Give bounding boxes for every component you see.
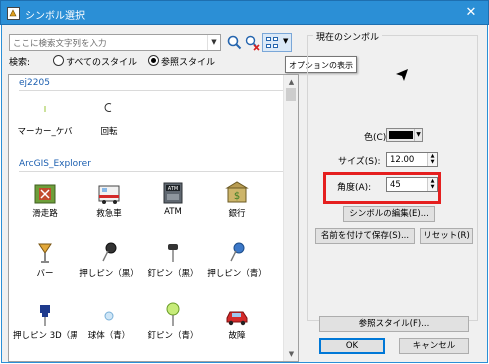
symbol-item[interactable]: 釘ピン（黒） bbox=[141, 239, 205, 279]
symbol-label: 球体（青） bbox=[87, 331, 131, 341]
svg-text:ATM: ATM bbox=[168, 186, 178, 192]
group-divider bbox=[19, 90, 283, 91]
tick-marker-icon bbox=[30, 97, 60, 125]
nail-pin-black-icon bbox=[158, 239, 188, 267]
symbol-list[interactable]: ej2205 マーカー_ケバ 回転 ArcGIS_Explorer 滑走路 救急… bbox=[8, 74, 299, 362]
atm-icon: ATM bbox=[158, 179, 188, 207]
list-scrollbar[interactable]: ▲ ▼ bbox=[283, 75, 298, 361]
radio-reference-styles-label[interactable]: 参照スタイル bbox=[161, 55, 215, 68]
symbol-item[interactable]: 釘ピン（青） bbox=[141, 301, 205, 341]
chevron-down-icon[interactable]: ▼ bbox=[207, 35, 220, 50]
symbol-label: 押しピン 3D（黒） bbox=[13, 331, 77, 341]
clear-search-icon[interactable] bbox=[244, 34, 261, 51]
scroll-up-icon[interactable]: ▲ bbox=[284, 75, 298, 89]
color-picker[interactable]: ▼ bbox=[386, 128, 423, 142]
symbol-item[interactable]: $ 銀行 bbox=[205, 179, 269, 219]
symbol-item[interactable]: 押しピン（黒） bbox=[77, 239, 141, 279]
sphere-blue-icon bbox=[94, 301, 124, 329]
ambulance-icon bbox=[94, 179, 124, 207]
size-spinner[interactable]: 12.00 ▲ ▼ bbox=[386, 152, 438, 167]
radio-all-styles[interactable] bbox=[53, 55, 64, 66]
cancel-button[interactable]: キャンセル bbox=[399, 338, 469, 354]
nail-pin-blue-icon bbox=[158, 301, 188, 329]
symbol-item[interactable]: 押しピン 3D（黒） bbox=[13, 301, 77, 341]
svg-text:$: $ bbox=[234, 191, 240, 202]
angle-label: 角度(A): bbox=[337, 183, 372, 193]
search-scope-label: 検索: bbox=[9, 58, 31, 68]
color-swatch bbox=[389, 131, 413, 139]
symbol-label: マーカー_ケバ bbox=[17, 127, 73, 137]
group-header-arcgis-explorer: ArcGIS_Explorer bbox=[19, 159, 91, 169]
edit-symbol-button[interactable]: シンボルの編集(E)... bbox=[343, 206, 435, 222]
app-icon bbox=[7, 7, 20, 20]
symbol-label: 滑走路 bbox=[32, 209, 58, 219]
group-divider bbox=[19, 171, 283, 172]
bank-icon: $ bbox=[222, 179, 252, 207]
symbol-item[interactable]: ATM ATM bbox=[141, 179, 205, 217]
chevron-down-icon: ▼ bbox=[283, 37, 289, 45]
symbol-label: ATM bbox=[164, 207, 182, 217]
spinner-arrows-icon[interactable]: ▲ ▼ bbox=[427, 153, 437, 166]
symbol-label: 回転 bbox=[100, 127, 118, 137]
spinner-arrows-icon[interactable]: ▲ ▼ bbox=[427, 178, 437, 191]
grid-view-icon bbox=[266, 37, 278, 48]
pushpin-black-icon bbox=[94, 239, 124, 267]
size-label: サイズ(S): bbox=[338, 157, 381, 167]
runway-icon bbox=[30, 179, 60, 207]
symbol-item[interactable]: 救急車 bbox=[77, 179, 141, 219]
chevron-down-icon: ▼ bbox=[414, 129, 422, 141]
symbol-item[interactable]: 回転 bbox=[77, 97, 141, 137]
symbol-item[interactable]: マーカー_ケバ bbox=[13, 97, 77, 137]
search-icon[interactable] bbox=[226, 34, 243, 51]
size-value: 12.00 bbox=[390, 155, 415, 165]
symbol-item[interactable]: 球体（青） bbox=[77, 301, 141, 341]
symbol-item[interactable]: 故障 bbox=[205, 301, 269, 341]
rotate-marker-icon bbox=[94, 97, 124, 125]
save-as-button[interactable]: 名前を付けて保存(S)... bbox=[315, 228, 415, 244]
pushpin-blue-icon bbox=[222, 239, 252, 267]
bar-glass-icon bbox=[30, 239, 60, 267]
current-symbol-preview bbox=[396, 69, 408, 81]
search-input[interactable]: ここに検索文字列を入力 ▼ bbox=[9, 34, 221, 51]
group-header-ej2205: ej2205 bbox=[19, 78, 50, 88]
scroll-down-icon[interactable]: ▼ bbox=[284, 347, 298, 361]
symbol-label: 釘ピン（青） bbox=[147, 331, 199, 341]
window-title: シンボル選択 bbox=[25, 11, 85, 22]
symbol-label: 押しピン（青） bbox=[207, 269, 267, 279]
symbol-label: 押しピン（黒） bbox=[79, 269, 139, 279]
symbol-label: バー bbox=[36, 269, 54, 279]
symbol-label: 救急車 bbox=[96, 209, 122, 219]
title-bar: シンボル選択 ✕ bbox=[0, 0, 489, 25]
symbol-label: 釘ピン（黒） bbox=[147, 269, 199, 279]
reference-styles-button[interactable]: 参照スタイル(F)... bbox=[319, 316, 469, 332]
ok-button[interactable]: OK bbox=[319, 338, 385, 354]
options-button[interactable]: ▼ bbox=[262, 33, 292, 52]
pushpin-3d-black-icon bbox=[30, 301, 60, 329]
current-symbol-label: 現在のシンボル bbox=[313, 30, 383, 43]
scroll-thumb[interactable] bbox=[286, 88, 296, 101]
reset-button[interactable]: リセット(R) bbox=[420, 228, 473, 244]
search-placeholder: ここに検索文字列を入力 bbox=[13, 39, 107, 49]
angle-value: 45 bbox=[390, 180, 401, 190]
symbol-item[interactable]: バー bbox=[13, 239, 77, 279]
symbol-item[interactable]: 押しピン（青） bbox=[205, 239, 269, 279]
close-button[interactable]: ✕ bbox=[462, 4, 480, 22]
symbol-label: 故障 bbox=[228, 331, 246, 341]
radio-all-styles-label[interactable]: すべてのスタイル bbox=[66, 55, 137, 68]
angle-spinner[interactable]: 45 ▲ ▼ bbox=[386, 177, 438, 192]
symbol-item[interactable]: 滑走路 bbox=[13, 179, 77, 219]
radio-reference-styles[interactable] bbox=[148, 55, 159, 66]
broken-car-icon bbox=[222, 301, 252, 329]
symbol-label: 銀行 bbox=[228, 209, 246, 219]
